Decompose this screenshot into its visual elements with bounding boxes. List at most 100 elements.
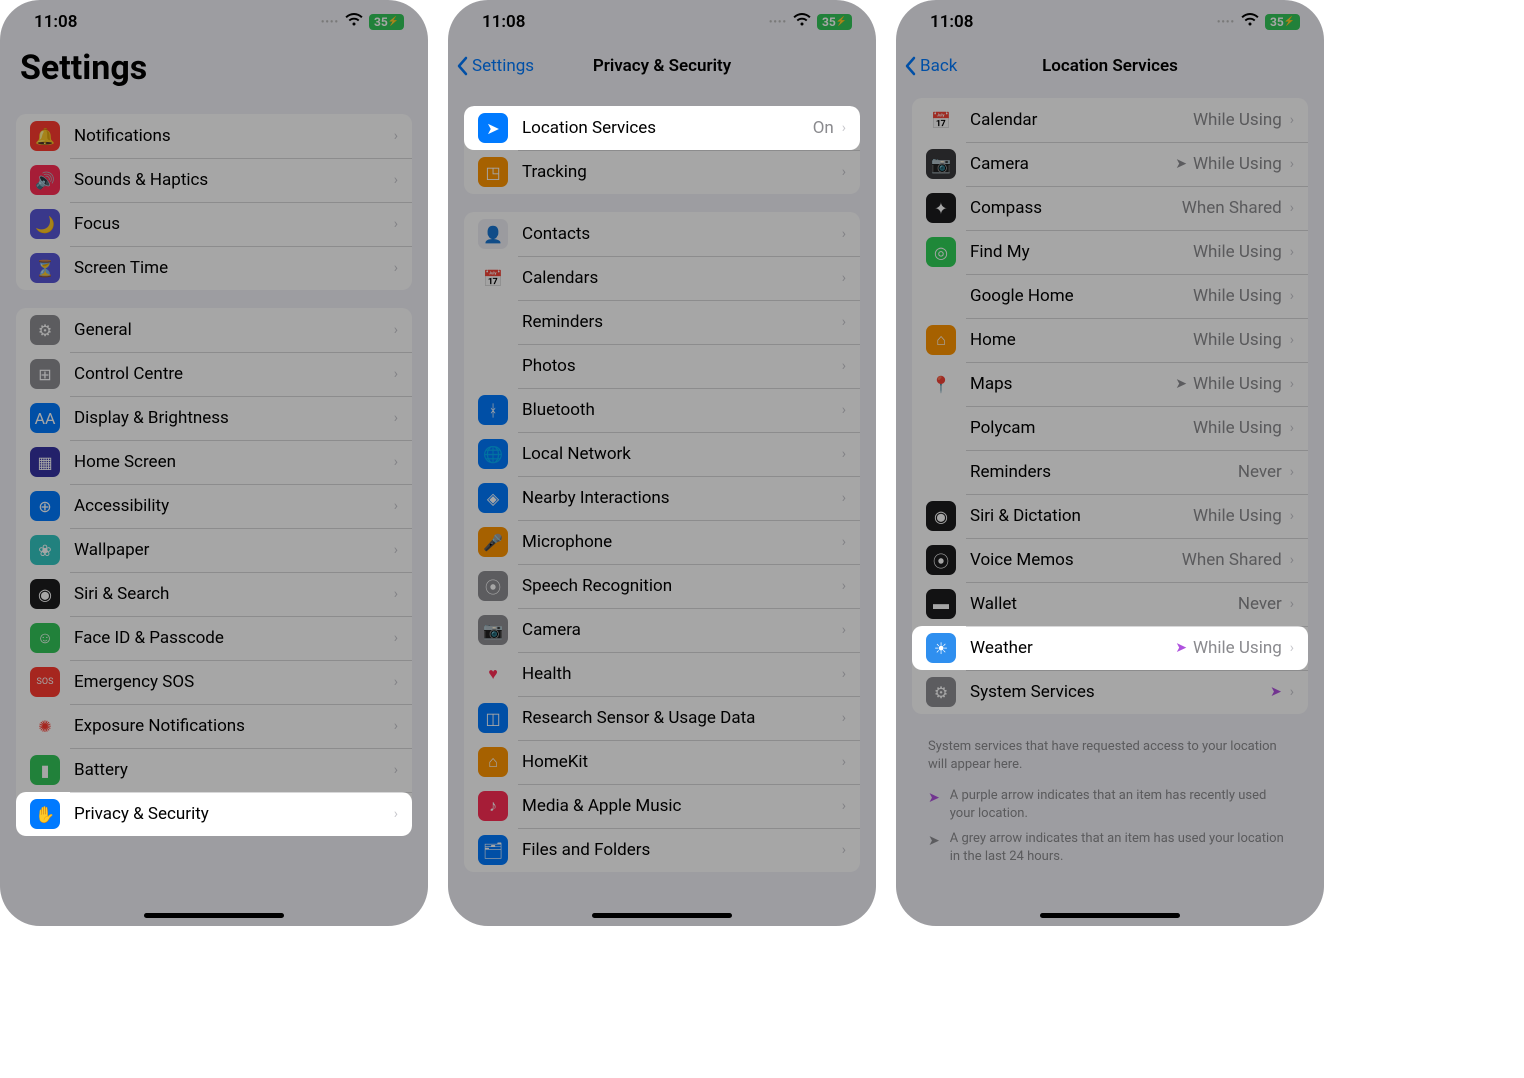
- privacy-row-photos[interactable]: ❋Photos›: [464, 344, 860, 388]
- settings-row-accessibility[interactable]: ⊕Accessibility›: [16, 484, 412, 528]
- settings-row-display-brightness[interactable]: AADisplay & Brightness›: [16, 396, 412, 440]
- chevron-right-icon: ›: [1290, 508, 1294, 524]
- settings-row-emergency-sos[interactable]: SOSEmergency SOS›: [16, 660, 412, 704]
- settings-row-sounds-haptics[interactable]: 🔊Sounds & Haptics›: [16, 158, 412, 202]
- settings-row-home-screen[interactable]: ▦Home Screen›: [16, 440, 412, 484]
- privacy-row-media-apple-music[interactable]: ♪Media & Apple Music›: [464, 784, 860, 828]
- settings-row-battery[interactable]: ▮Battery›: [16, 748, 412, 792]
- nav-bar: Settings Privacy & Security: [448, 44, 876, 88]
- location-app-compass[interactable]: ✦CompassWhen Shared›: [912, 186, 1308, 230]
- location-app-compass-value: When Shared: [1182, 198, 1282, 218]
- location-apps-group: 📅CalendarWhile Using›📷Camera➤While Using…: [912, 98, 1308, 714]
- location-app-maps-icon: 📍: [926, 369, 956, 399]
- privacy-row-nearby-interactions-icon: ◈: [478, 483, 508, 513]
- chevron-right-icon: ›: [1290, 684, 1294, 700]
- privacy-row-bluetooth[interactable]: ᚼBluetooth›: [464, 388, 860, 432]
- settings-row-screen-time[interactable]: ⏳Screen Time›: [16, 246, 412, 290]
- privacy-row-homekit[interactable]: ⌂HomeKit›: [464, 740, 860, 784]
- location-app-find-my-label: Find My: [970, 242, 1193, 262]
- location-app-polycam[interactable]: ᘔPolycamWhile Using›: [912, 406, 1308, 450]
- location-app-home[interactable]: ⌂HomeWhile Using›: [912, 318, 1308, 362]
- settings-row-notifications[interactable]: 🔔Notifications›: [16, 114, 412, 158]
- location-app-maps[interactable]: 📍Maps➤While Using›: [912, 362, 1308, 406]
- privacy-row-microphone[interactable]: 🎤Microphone›: [464, 520, 860, 564]
- settings-row-control-centre[interactable]: ⊞Control Centre›: [16, 352, 412, 396]
- chevron-right-icon: ›: [842, 622, 846, 638]
- location-app-wallet[interactable]: ▬WalletNever›: [912, 582, 1308, 626]
- privacy-row-calendars[interactable]: 📅Calendars›: [464, 256, 860, 300]
- location-app-find-my[interactable]: ◎Find MyWhile Using›: [912, 230, 1308, 274]
- settings-row-focus-label: Focus: [74, 214, 392, 234]
- privacy-row-homekit-icon: ⌂: [478, 747, 508, 777]
- home-indicator[interactable]: [592, 913, 732, 918]
- chevron-right-icon: ›: [394, 498, 398, 514]
- privacy-row-tracking[interactable]: ◳Tracking›: [464, 150, 860, 194]
- back-button[interactable]: Back: [904, 56, 957, 76]
- location-app-camera[interactable]: 📷Camera➤While Using›: [912, 142, 1308, 186]
- settings-row-siri-search-icon: ◉: [30, 579, 60, 609]
- privacy-row-nearby-interactions[interactable]: ◈Nearby Interactions›: [464, 476, 860, 520]
- settings-row-wallpaper[interactable]: ❀Wallpaper›: [16, 528, 412, 572]
- location-app-calendar[interactable]: 📅CalendarWhile Using›: [912, 98, 1308, 142]
- footer-text: System services that have requested acce…: [912, 732, 1308, 783]
- privacy-row-files-and-folders[interactable]: 🗂Files and Folders›: [464, 828, 860, 872]
- chevron-right-icon: ›: [1290, 596, 1294, 612]
- chevron-right-icon: ›: [1290, 112, 1294, 128]
- page-title: Location Services: [896, 56, 1324, 76]
- battery-badge: 35⚡: [817, 14, 852, 30]
- chevron-right-icon: ›: [842, 754, 846, 770]
- chevron-right-icon: ›: [842, 842, 846, 858]
- location-app-voice-memos[interactable]: ⦿Voice MemosWhen Shared›: [912, 538, 1308, 582]
- home-indicator[interactable]: [144, 913, 284, 918]
- back-button[interactable]: Settings: [456, 56, 534, 76]
- chevron-right-icon: ›: [394, 410, 398, 426]
- status-time: 11:08: [34, 12, 77, 32]
- location-app-weather-icon: ☀: [926, 633, 956, 663]
- settings-row-focus[interactable]: 🌙Focus›: [16, 202, 412, 246]
- location-app-weather-label: Weather: [970, 638, 1175, 658]
- settings-row-wallpaper-label: Wallpaper: [74, 540, 392, 560]
- privacy-row-research-sensor-usage-data[interactable]: ◫Research Sensor & Usage Data›: [464, 696, 860, 740]
- location-app-google-home-icon: ⌂: [926, 281, 956, 311]
- cellular-icon: ••••: [769, 17, 787, 28]
- home-indicator[interactable]: [1040, 913, 1180, 918]
- location-app-find-my-value: While Using: [1193, 242, 1282, 262]
- settings-row-exposure-notifications[interactable]: ✺Exposure Notifications›: [16, 704, 412, 748]
- chevron-right-icon: ›: [394, 718, 398, 734]
- privacy-row-speech-recognition[interactable]: ⦿Speech Recognition›: [464, 564, 860, 608]
- location-app-weather[interactable]: ☀Weather➤While Using›: [912, 626, 1308, 670]
- settings-row-face-id-passcode[interactable]: ☺Face ID & Passcode›: [16, 616, 412, 660]
- location-app-polycam-value: While Using: [1193, 418, 1282, 438]
- status-bar: 11:08 •••• 35⚡: [0, 0, 428, 44]
- settings-row-siri-search[interactable]: ◉Siri & Search›: [16, 572, 412, 616]
- settings-row-exposure-notifications-icon: ✺: [30, 711, 60, 741]
- location-app-siri-dictation[interactable]: ◉Siri & DictationWhile Using›: [912, 494, 1308, 538]
- privacy-row-reminders[interactable]: ⋮Reminders›: [464, 300, 860, 344]
- location-app-compass-label: Compass: [970, 198, 1182, 218]
- privacy-row-location-services[interactable]: ➤Location ServicesOn›: [464, 106, 860, 150]
- back-label: Settings: [472, 56, 534, 76]
- location-app-polycam-label: Polycam: [970, 418, 1193, 438]
- location-app-maps-label: Maps: [970, 374, 1175, 394]
- location-app-google-home[interactable]: ⌂Google HomeWhile Using›: [912, 274, 1308, 318]
- privacy-row-bluetooth-icon: ᚼ: [478, 395, 508, 425]
- privacy-row-contacts[interactable]: 👤Contacts›: [464, 212, 860, 256]
- privacy-row-contacts-label: Contacts: [522, 224, 840, 244]
- chevron-right-icon: ›: [842, 226, 846, 242]
- chevron-right-icon: ›: [842, 710, 846, 726]
- settings-row-home-screen-label: Home Screen: [74, 452, 392, 472]
- chevron-right-icon: ›: [1290, 200, 1294, 216]
- chevron-right-icon: ›: [842, 534, 846, 550]
- location-app-reminders-label: Reminders: [970, 462, 1238, 482]
- privacy-row-local-network[interactable]: 🌐Local Network›: [464, 432, 860, 476]
- location-app-reminders[interactable]: ⋮RemindersNever›: [912, 450, 1308, 494]
- settings-row-general[interactable]: ⚙General›: [16, 308, 412, 352]
- privacy-row-camera-icon: 📷: [478, 615, 508, 645]
- location-app-camera-value: While Using: [1193, 154, 1282, 174]
- settings-row-privacy-security[interactable]: ✋Privacy & Security›: [16, 792, 412, 836]
- location-app-voice-memos-icon: ⦿: [926, 545, 956, 575]
- privacy-row-camera[interactable]: 📷Camera›: [464, 608, 860, 652]
- chevron-right-icon: ›: [842, 358, 846, 374]
- location-app-system-services[interactable]: ⚙System Services➤›: [912, 670, 1308, 714]
- privacy-row-health[interactable]: ♥Health›: [464, 652, 860, 696]
